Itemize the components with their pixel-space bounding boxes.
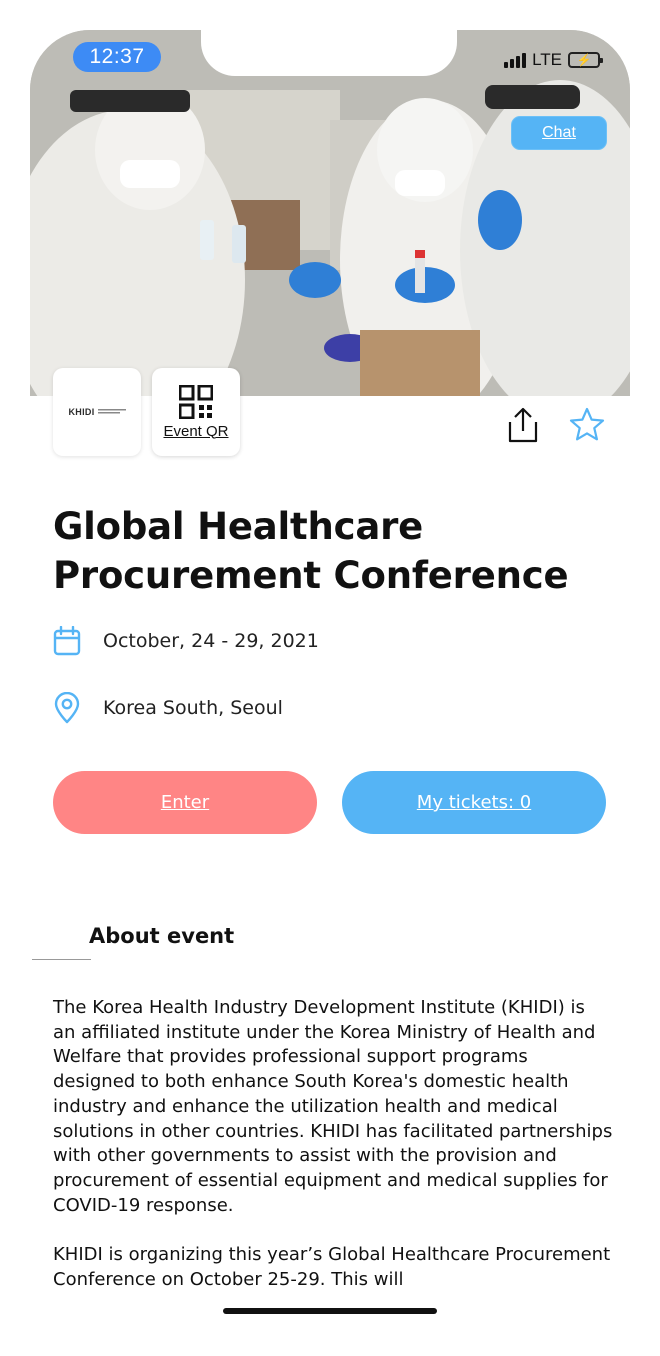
about-event-heading: About event <box>89 924 235 948</box>
section-divider <box>32 959 91 960</box>
qr-code-icon <box>179 384 213 419</box>
share-icon[interactable] <box>504 406 542 444</box>
event-qr-label: Event QR <box>163 422 229 440</box>
chat-button[interactable]: Chat <box>511 116 607 150</box>
star-icon[interactable] <box>568 406 606 444</box>
logo-subtext-icon <box>97 408 126 416</box>
enter-button[interactable]: Enter <box>53 771 317 834</box>
status-indicators: LTE ⚡ <box>504 50 603 70</box>
about-paragraph: The Korea Health Industry Development In… <box>53 997 613 1216</box>
status-time: 12:37 <box>73 42 161 72</box>
organizer-logo: KHIDI <box>68 407 95 417</box>
location-pin-icon <box>54 692 80 724</box>
about-paragraph: KHIDI is organizing this year’s Global H… <box>53 1244 611 1290</box>
signal-icon <box>504 52 527 68</box>
event-hero-image <box>30 30 630 396</box>
calendar-icon <box>53 626 81 656</box>
event-date: October, 24 - 29, 2021 <box>103 630 319 652</box>
home-indicator[interactable] <box>223 1308 437 1314</box>
event-title: Global Healthcare Procurement Conference <box>53 505 569 597</box>
medical-workers-photo <box>30 30 630 396</box>
event-date-row: October, 24 - 29, 2021 <box>53 626 319 656</box>
device-notch <box>201 30 457 76</box>
battery-icon: ⚡ <box>568 52 603 68</box>
organizer-logo-card[interactable]: KHIDI <box>53 368 141 456</box>
event-location-row: Korea South, Seoul <box>53 692 283 724</box>
network-label: LTE <box>532 50 562 69</box>
event-qr-button[interactable]: Event QR <box>152 368 240 456</box>
my-tickets-button[interactable]: My tickets: 0 <box>342 771 606 834</box>
event-location: Korea South, Seoul <box>103 697 283 719</box>
about-event-description: The Korea Health Industry Development In… <box>53 996 613 1292</box>
phone-screen: 12:37 LTE ⚡ Chat KHIDI Event QR Global H… <box>30 30 630 1356</box>
